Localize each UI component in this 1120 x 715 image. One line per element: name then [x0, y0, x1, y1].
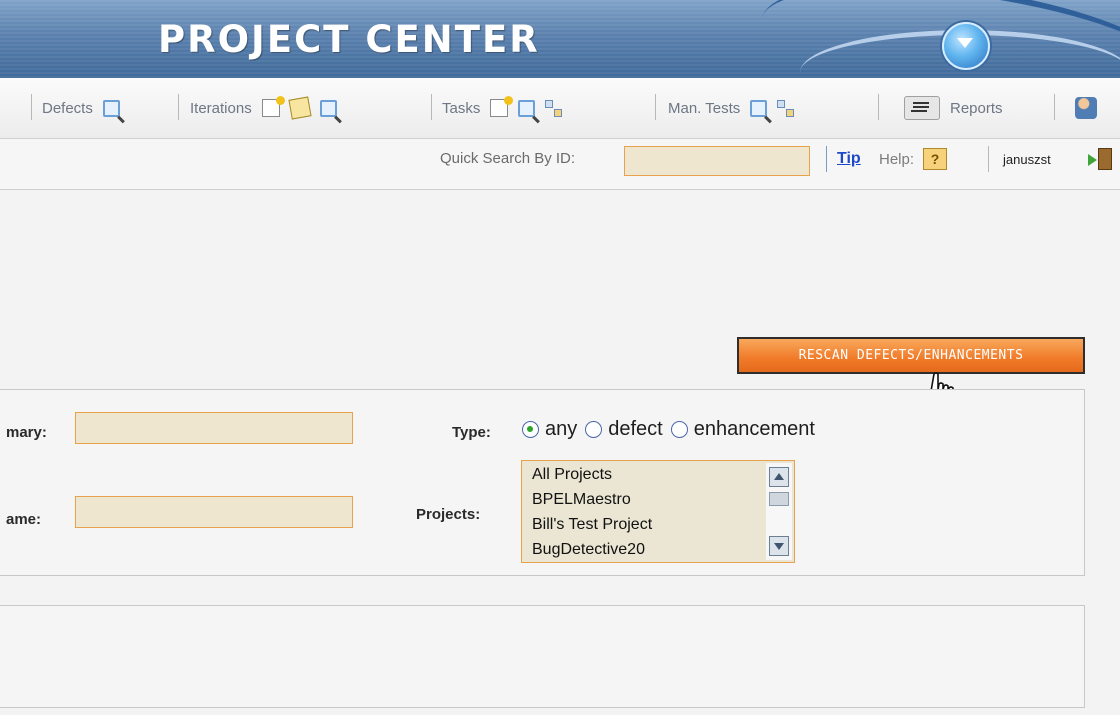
- help-question-icon[interactable]: ?: [923, 148, 947, 170]
- iterations-search-icon[interactable]: [319, 99, 337, 117]
- chevron-down-icon[interactable]: [957, 38, 973, 48]
- type-radio-group: any defect enhancement: [522, 418, 823, 441]
- user-settings-icon[interactable]: [1075, 97, 1097, 119]
- username: januszst: [1003, 152, 1051, 167]
- scroll-up-icon[interactable]: [769, 467, 789, 487]
- scroll-down-icon[interactable]: [769, 536, 789, 556]
- type-label: Type:: [452, 424, 491, 441]
- tasks-hierarchy-icon[interactable]: [545, 100, 563, 117]
- quick-search-input[interactable]: [624, 146, 810, 176]
- man-tests-hierarchy-icon[interactable]: [777, 100, 795, 117]
- header-banner: PROJECT CENTER: [0, 0, 1120, 78]
- type-any-label[interactable]: any: [545, 418, 577, 441]
- nav-separator: [178, 94, 179, 120]
- nav-separator: [31, 94, 32, 120]
- nav-separator: [431, 94, 432, 120]
- projects-label: Projects:: [416, 506, 481, 523]
- radio-defect[interactable]: [585, 421, 603, 438]
- nav-users[interactable]: [1075, 97, 1097, 119]
- nav-man-tests[interactable]: Man. Tests: [668, 97, 795, 119]
- tasks-new-icon[interactable]: [490, 96, 514, 117]
- utility-separator: [988, 146, 989, 172]
- quick-search-label: Quick Search By ID:: [440, 150, 576, 167]
- nav-defects[interactable]: Defects: [42, 97, 120, 119]
- summary-label: mary:: [6, 424, 47, 441]
- project-option[interactable]: BugDetective20: [532, 539, 794, 562]
- main-nav: Defects Iterations Tasks Man. Tests Repo…: [0, 78, 1120, 139]
- nav-iterations[interactable]: Iterations: [190, 96, 337, 120]
- defects-search-icon[interactable]: [102, 99, 120, 117]
- name-input[interactable]: [75, 496, 353, 528]
- tasks-search-icon[interactable]: [518, 99, 536, 117]
- name-label: ame:: [6, 511, 42, 528]
- logout-door-icon[interactable]: [1088, 148, 1114, 170]
- project-option[interactable]: Bill's Test Project: [532, 514, 794, 539]
- iterations-update-icon[interactable]: [288, 96, 312, 120]
- scroll-thumb[interactable]: [769, 492, 789, 506]
- summary-input[interactable]: [75, 412, 353, 444]
- utility-separator: [826, 146, 827, 172]
- project-option[interactable]: All Projects: [532, 464, 794, 489]
- nav-reports[interactable]: Reports: [904, 96, 1003, 120]
- nav-tasks[interactable]: Tasks: [442, 96, 563, 119]
- radio-enhancement[interactable]: [670, 421, 688, 438]
- tip-link[interactable]: Tip: [837, 150, 861, 168]
- nav-separator: [655, 94, 656, 120]
- nav-tasks-label[interactable]: Tasks: [442, 100, 480, 117]
- results-panel: [0, 605, 1085, 708]
- projects-listbox[interactable]: All Projects BPELMaestro Bill's Test Pro…: [521, 460, 795, 563]
- nav-separator: [878, 94, 879, 120]
- iterations-new-icon[interactable]: [261, 96, 285, 117]
- nav-man-tests-label[interactable]: Man. Tests: [668, 100, 740, 117]
- app-title: PROJECT CENTER: [158, 18, 540, 61]
- type-option-any[interactable]: any: [522, 418, 577, 441]
- rescan-defects-button[interactable]: RESCAN DEFECTS/ENHANCEMENTS: [737, 337, 1085, 374]
- nav-separator: [1054, 94, 1055, 120]
- man-tests-search-icon[interactable]: [750, 99, 768, 117]
- type-enhancement-label[interactable]: enhancement: [694, 418, 815, 441]
- help-label: Help:: [879, 151, 915, 168]
- nav-iterations-label[interactable]: Iterations: [190, 100, 252, 117]
- type-defect-label[interactable]: defect: [608, 418, 662, 441]
- type-option-enhancement[interactable]: enhancement: [670, 418, 815, 441]
- radio-any[interactable]: [522, 421, 539, 438]
- projects-scrollbar[interactable]: [766, 463, 792, 560]
- nav-reports-label[interactable]: Reports: [950, 100, 1003, 117]
- project-option[interactable]: BPELMaestro: [532, 489, 794, 514]
- reports-icon[interactable]: [904, 96, 940, 120]
- type-option-defect[interactable]: defect: [585, 418, 663, 441]
- nav-defects-label[interactable]: Defects: [42, 100, 93, 117]
